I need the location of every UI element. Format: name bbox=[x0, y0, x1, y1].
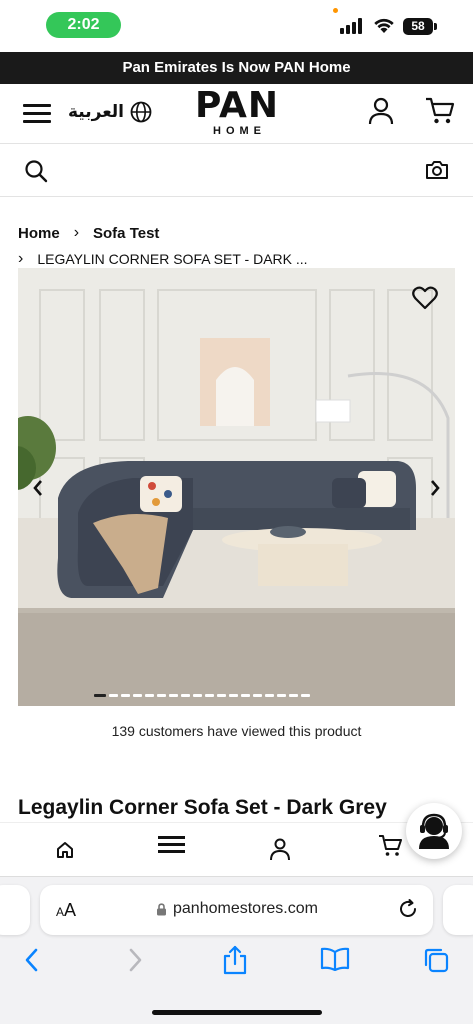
search-icon[interactable] bbox=[24, 159, 48, 183]
bookmarks-icon[interactable] bbox=[320, 947, 350, 971]
cellular-signal-icon bbox=[340, 18, 364, 34]
customer-support-button[interactable] bbox=[406, 803, 462, 859]
gallery-dot[interactable] bbox=[265, 694, 274, 697]
share-icon[interactable] bbox=[222, 945, 248, 975]
tabs-icon[interactable] bbox=[423, 947, 449, 973]
chevron-right-icon bbox=[431, 480, 440, 496]
privacy-indicator-dot bbox=[333, 8, 338, 13]
product-image-gallery[interactable] bbox=[18, 268, 455, 706]
gallery-dot[interactable] bbox=[253, 694, 262, 697]
site-header: العربية PAN HOME bbox=[0, 84, 473, 142]
gallery-dot[interactable] bbox=[229, 694, 238, 697]
chevron-right-icon: › bbox=[73, 224, 80, 241]
gallery-dot[interactable] bbox=[301, 694, 310, 697]
bottom-navigation bbox=[0, 822, 473, 876]
gallery-dot[interactable] bbox=[289, 694, 298, 697]
support-agent-icon bbox=[419, 813, 449, 849]
address-bar[interactable]: AA panhomestores.com bbox=[40, 885, 433, 935]
wifi-icon bbox=[374, 18, 394, 33]
chevron-left-icon bbox=[33, 480, 42, 496]
breadcrumb-current: LEGAYLIN CORNER SOFA SET - DARK ... bbox=[37, 251, 308, 267]
camera-icon[interactable] bbox=[425, 159, 449, 181]
safari-toolbar: AA panhomestores.com bbox=[0, 876, 473, 1024]
language-label: العربية bbox=[68, 102, 125, 122]
gallery-dot[interactable] bbox=[241, 694, 250, 697]
account-icon[interactable] bbox=[366, 96, 396, 126]
battery-tip bbox=[434, 23, 437, 30]
menu-icon[interactable] bbox=[23, 104, 51, 124]
gallery-dot[interactable] bbox=[109, 694, 118, 697]
gallery-pagination-dots[interactable] bbox=[94, 694, 310, 697]
cart-icon[interactable] bbox=[424, 96, 456, 126]
gallery-dot[interactable] bbox=[217, 694, 226, 697]
gallery-dot[interactable] bbox=[121, 694, 130, 697]
breadcrumb-home[interactable]: Home bbox=[18, 225, 60, 242]
gallery-dot[interactable] bbox=[133, 694, 142, 697]
gallery-dot[interactable] bbox=[181, 694, 190, 697]
next-tab-preview[interactable] bbox=[443, 885, 473, 935]
account-icon[interactable] bbox=[269, 837, 291, 861]
reload-icon[interactable] bbox=[397, 898, 419, 920]
home-icon[interactable] bbox=[56, 841, 74, 859]
globe-icon bbox=[130, 101, 152, 123]
lock-icon bbox=[157, 902, 166, 915]
back-icon[interactable] bbox=[24, 947, 40, 973]
url-text: panhomestores.com bbox=[173, 900, 318, 917]
chevron-right-icon: › bbox=[18, 250, 24, 267]
gallery-dot[interactable] bbox=[94, 694, 106, 697]
url-display[interactable]: panhomestores.com bbox=[156, 900, 318, 918]
browser-toolbar bbox=[0, 945, 473, 983]
gallery-dot[interactable] bbox=[169, 694, 178, 697]
gallery-dot[interactable] bbox=[205, 694, 214, 697]
reader-settings-button[interactable]: AA bbox=[56, 900, 76, 921]
search-bar bbox=[0, 143, 473, 197]
battery-indicator: 58 bbox=[403, 18, 433, 35]
gallery-dot[interactable] bbox=[193, 694, 202, 697]
gallery-dot[interactable] bbox=[157, 694, 166, 697]
product-title: Legaylin Corner Sofa Set - Dark Grey bbox=[18, 796, 387, 819]
forward-icon[interactable] bbox=[127, 947, 143, 973]
breadcrumb: Home › Sofa Test › LEGAYLIN CORNER SOFA … bbox=[18, 222, 458, 270]
gallery-next-button[interactable] bbox=[420, 473, 450, 503]
home-indicator bbox=[152, 1010, 322, 1015]
viewers-count-text: 139 customers have viewed this product bbox=[111, 723, 362, 739]
logo-sub-text: HOME bbox=[213, 125, 266, 137]
gallery-dot[interactable] bbox=[145, 694, 154, 697]
logo-main-text: PAN bbox=[194, 85, 280, 126]
previous-tab-preview[interactable] bbox=[0, 885, 30, 935]
status-bar: 2:02 58 bbox=[0, 0, 473, 52]
search-input[interactable] bbox=[60, 154, 410, 188]
gallery-prev-button[interactable] bbox=[23, 473, 53, 503]
language-switcher[interactable]: العربية bbox=[68, 101, 152, 123]
status-time: 2:02 bbox=[46, 12, 121, 38]
wishlist-heart-icon[interactable] bbox=[412, 286, 438, 310]
pan-home-logo[interactable]: PAN HOME bbox=[180, 85, 294, 138]
announcement-bar[interactable]: Pan Emirates Is Now PAN Home bbox=[0, 52, 473, 84]
categories-menu-icon[interactable] bbox=[158, 836, 185, 854]
cart-icon[interactable] bbox=[378, 834, 404, 858]
gallery-dot[interactable] bbox=[277, 694, 286, 697]
product-image bbox=[18, 268, 455, 706]
breadcrumb-sofa-test[interactable]: Sofa Test bbox=[93, 225, 159, 242]
